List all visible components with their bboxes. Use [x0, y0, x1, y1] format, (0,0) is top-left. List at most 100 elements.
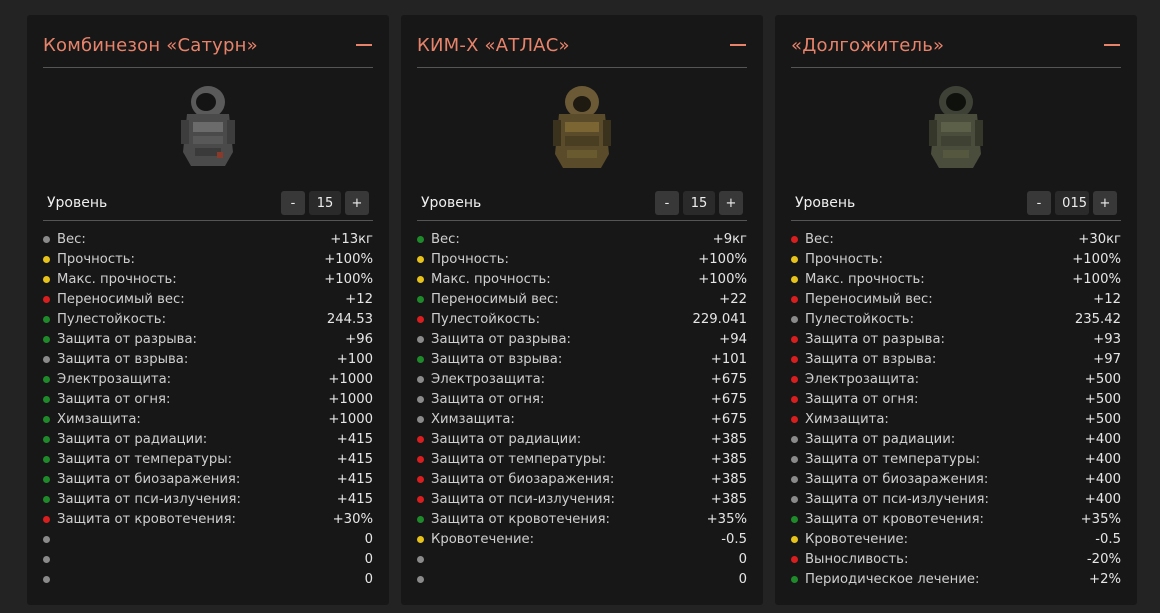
- stat-name: Защита от биозаражения:: [805, 471, 989, 487]
- stat-row: Химзащита: +1000: [43, 409, 373, 429]
- stat-label-group: Электрозащита:: [43, 372, 171, 387]
- stat-row: Прочность: +100%: [417, 249, 747, 269]
- level-increment-button[interactable]: +: [345, 191, 369, 215]
- stat-label-group: Защита от пси-излучения:: [417, 492, 615, 507]
- stat-row: Кровотечение: -0.5: [791, 529, 1121, 549]
- level-increment-button[interactable]: +: [1093, 191, 1117, 215]
- collapse-icon[interactable]: [729, 28, 747, 54]
- status-dot-icon: [43, 515, 50, 523]
- collapse-icon[interactable]: [1103, 28, 1121, 54]
- status-dot-icon: [43, 435, 50, 443]
- stat-row: Переносимый вес: +22: [417, 289, 747, 309]
- stat-name: Пулестойкость:: [431, 311, 541, 327]
- stat-name: Переносимый вес:: [805, 291, 933, 307]
- stat-value: +22: [719, 291, 747, 307]
- stat-row: Переносимый вес: +12: [791, 289, 1121, 309]
- stat-row: Защита от температуры: +415: [43, 449, 373, 469]
- card-atlas: КИМ-Х «АТЛАС» Уровень - 15 + Вес: +9кг П…: [401, 15, 763, 605]
- stat-row: Выносливость: -20%: [791, 549, 1121, 569]
- status-dot-icon: [43, 535, 50, 543]
- stat-label-group: Кровотечение:: [791, 532, 908, 547]
- stat-name: Защита от биозаражения:: [431, 471, 615, 487]
- stat-label-group: [43, 575, 57, 583]
- stat-name: Защита от разрыва:: [431, 331, 571, 347]
- card-title: «Долгожитель»: [791, 34, 945, 56]
- status-dot-icon: [791, 395, 798, 403]
- stat-label-group: Защита от пси-излучения:: [43, 492, 241, 507]
- level-stepper: - 15 +: [655, 191, 743, 215]
- status-dot-icon: [43, 315, 50, 323]
- level-input[interactable]: 015: [1055, 191, 1089, 215]
- item-image: [417, 68, 747, 186]
- stat-value: +12: [345, 291, 373, 307]
- stat-name: Прочность:: [805, 251, 883, 267]
- stat-value: +385: [710, 431, 747, 447]
- stat-name: Химзащита:: [431, 411, 515, 427]
- stat-name: Макс. прочность:: [57, 271, 177, 287]
- stat-name: Химзащита:: [805, 411, 889, 427]
- stat-name: Защита от огня:: [431, 391, 545, 407]
- stat-value: -0.5: [1095, 531, 1121, 547]
- collapse-icon[interactable]: [355, 28, 373, 54]
- card-title: КИМ-Х «АТЛАС»: [417, 34, 570, 56]
- stat-value: 0: [364, 571, 373, 587]
- stat-label-group: Прочность:: [791, 252, 883, 267]
- stat-name: Защита от взрыва:: [805, 351, 937, 367]
- status-dot-icon: [791, 535, 798, 543]
- stat-row: Вес: +30кг: [791, 229, 1121, 249]
- stat-value: +100%: [324, 271, 373, 287]
- stat-row: Электрозащита: +500: [791, 369, 1121, 389]
- stat-value: +675: [710, 391, 747, 407]
- stat-row: Защита от разрыва: +93: [791, 329, 1121, 349]
- stat-value: +415: [336, 471, 373, 487]
- stat-row: Прочность: +100%: [791, 249, 1121, 269]
- stat-row: 0: [43, 569, 373, 589]
- stat-value: +12: [1093, 291, 1121, 307]
- level-decrement-button[interactable]: -: [655, 191, 679, 215]
- stat-value: +100%: [698, 271, 747, 287]
- stat-value: +1000: [328, 371, 373, 387]
- level-input[interactable]: 15: [683, 191, 715, 215]
- status-dot-icon: [791, 475, 798, 483]
- stat-row: Пулестойкость: 235.42: [791, 309, 1121, 329]
- level-label: Уровень: [47, 195, 108, 211]
- stat-row: Макс. прочность: +100%: [43, 269, 373, 289]
- card-header: «Долгожитель»: [791, 15, 1121, 68]
- stat-name: Защита от кровотечения:: [57, 511, 236, 527]
- stats-list: Вес: +9кг Прочность: +100% Макс. прочность: +…: [417, 221, 747, 589]
- status-dot-icon: [791, 335, 798, 343]
- stat-name: Защита от кровотечения:: [431, 511, 610, 527]
- level-increment-button[interactable]: +: [719, 191, 743, 215]
- stat-label-group: Переносимый вес:: [43, 292, 185, 307]
- stat-label-group: Защита от разрыва:: [791, 332, 945, 347]
- card-header: КИМ-Х «АТЛАС»: [417, 15, 747, 68]
- stat-row: Вес: +9кг: [417, 229, 747, 249]
- item-image: [791, 68, 1121, 186]
- status-dot-icon: [417, 415, 424, 423]
- stat-value: +385: [710, 491, 747, 507]
- stat-label-group: Защита от радиации:: [43, 432, 207, 447]
- stat-name: Переносимый вес:: [57, 291, 185, 307]
- stat-label-group: Защита от огня:: [791, 392, 918, 407]
- level-input[interactable]: 15: [309, 191, 341, 215]
- stat-label-group: Защита от взрыва:: [417, 352, 562, 367]
- status-dot-icon: [417, 555, 424, 563]
- stats-list: Вес: +13кг Прочность: +100% Макс. прочность:…: [43, 221, 373, 589]
- stat-row: Защита от биозаражения: +415: [43, 469, 373, 489]
- level-decrement-button[interactable]: -: [1027, 191, 1051, 215]
- card-header: Комбинезон «Сатурн»: [43, 15, 373, 68]
- stat-row: Защита от пси-излучения: +400: [791, 489, 1121, 509]
- status-dot-icon: [43, 355, 50, 363]
- stat-name: Электрозащита:: [805, 371, 920, 387]
- stat-name: Защита от взрыва:: [431, 351, 563, 367]
- stat-value: +30кг: [1078, 231, 1121, 247]
- stat-value: +97: [1093, 351, 1121, 367]
- atlas-suit-icon: [553, 86, 611, 168]
- stat-name: Защита от огня:: [57, 391, 171, 407]
- stat-name: Защита от радиации:: [431, 431, 582, 447]
- comparison-panel: Комбинезон «Сатурн» Уровень - 15 + Вес: …: [0, 0, 1160, 613]
- stat-label-group: Электрозащита:: [417, 372, 545, 387]
- stat-value: -20%: [1086, 551, 1121, 567]
- level-decrement-button[interactable]: -: [281, 191, 305, 215]
- stat-name: Защита от огня:: [805, 391, 919, 407]
